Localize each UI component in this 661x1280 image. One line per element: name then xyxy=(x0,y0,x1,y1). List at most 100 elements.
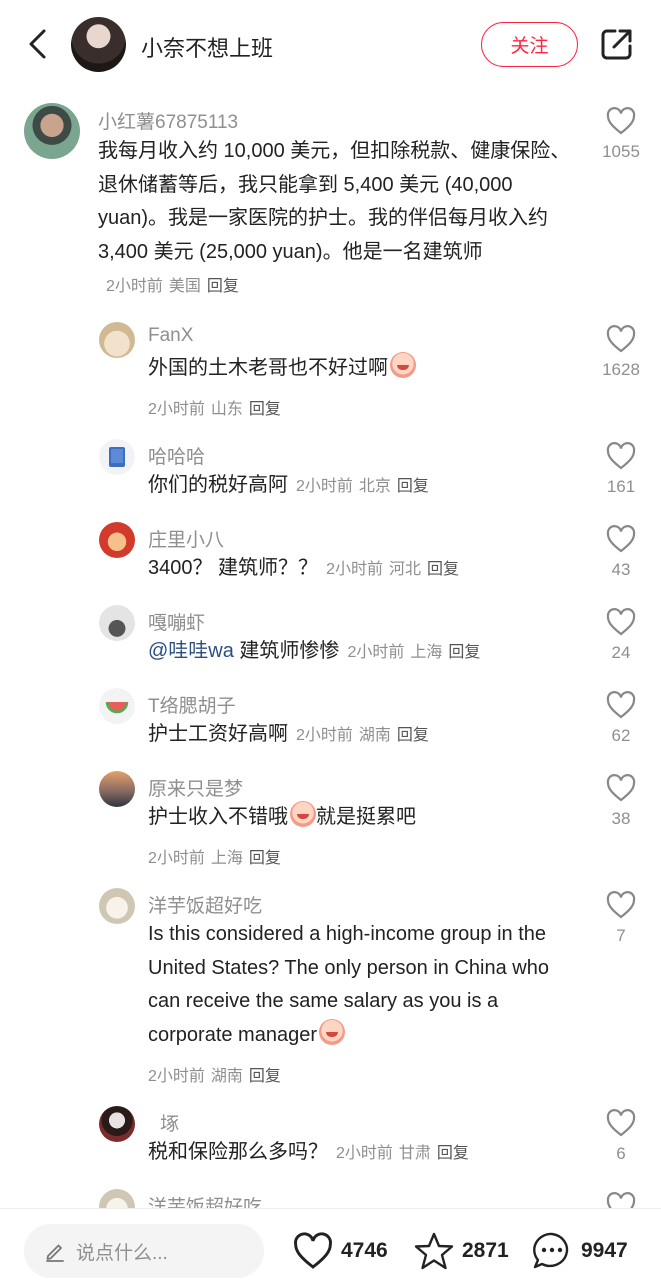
like-heart-icon[interactable] xyxy=(606,1109,636,1137)
author-name[interactable]: 小奈不想上班 xyxy=(141,31,273,63)
share-icon[interactable] xyxy=(599,26,635,62)
like-heart-icon[interactable] xyxy=(606,1192,636,1208)
comment-text[interactable]: 护士工资好高啊 2小时前 湖南 回复 xyxy=(148,718,588,753)
book-icon xyxy=(109,447,125,467)
like-heart-icon[interactable] xyxy=(606,325,636,353)
like-heart-icon[interactable] xyxy=(606,442,636,470)
comment-text[interactable]: @哇哇wa 建筑师惨惨 2小时前 上海 回复 xyxy=(148,635,588,670)
commenter-name[interactable]: 嘎嘣虾 xyxy=(148,608,205,635)
author-avatar[interactable] xyxy=(71,17,126,72)
comment-body: 你们的税好高阿 xyxy=(148,474,288,496)
like-heart-icon[interactable] xyxy=(606,525,636,553)
comment-button[interactable]: 9947 xyxy=(531,1229,628,1273)
comment-meta: 2小时前 上海 回复 xyxy=(347,644,486,661)
commenter-avatar[interactable] xyxy=(99,605,135,641)
crying-emoji-icon xyxy=(318,1018,345,1045)
commenter-name[interactable]: 原来只是梦 xyxy=(148,774,243,801)
commenter-avatar[interactable] xyxy=(99,322,135,358)
like-button[interactable]: 4746 xyxy=(293,1229,388,1273)
follow-button[interactable]: 关注 xyxy=(481,22,578,67)
comment-meta: 2小时前 美国 回复 xyxy=(106,278,245,295)
like-total: 4746 xyxy=(341,1239,388,1262)
watermelon-icon xyxy=(105,701,129,714)
comment-text[interactable]: 你们的税好高阿 2小时前 北京 回复 xyxy=(148,469,588,504)
comment-list[interactable]: 小红薯67875113 我每月收入约 10,000 美元，但扣除税款、健康保险、… xyxy=(0,90,661,1208)
heart-icon xyxy=(294,1232,332,1269)
commenter-avatar[interactable] xyxy=(99,522,135,558)
reply-button[interactable]: 回复 xyxy=(249,401,281,418)
comment-text[interactable]: 3400？ 建筑师？？ 2小时前 河北 回复 xyxy=(148,552,588,587)
commenter-name[interactable]: 哈哈哈 xyxy=(148,442,205,469)
like-heart-icon[interactable] xyxy=(606,691,636,719)
like-count: 1055 xyxy=(602,142,640,161)
commenter-avatar[interactable] xyxy=(99,688,135,724)
commenter-name[interactable]: 㙇 xyxy=(160,1109,179,1136)
comment-text[interactable]: 税和保险那么多吗？ 2小时前 甘肃 回复 xyxy=(148,1136,588,1171)
like-heart-icon[interactable] xyxy=(606,891,636,919)
comment-text[interactable]: 我每月收入约 10,000 美元，但扣除税款、健康保险、退休储蓄等后，我只能拿到… xyxy=(98,135,576,304)
collect-button[interactable]: 2871 xyxy=(414,1229,509,1273)
comment-meta: 2小时前 湖南 回复 xyxy=(296,727,435,744)
comment-body: 建筑师惨惨 xyxy=(233,640,340,662)
reply-button[interactable]: 回复 xyxy=(397,727,429,744)
comment-location: 山东 xyxy=(210,401,243,418)
comment-text[interactable]: Is this considered a high-income group i… xyxy=(148,918,573,1052)
commenter-avatar[interactable] xyxy=(99,771,135,807)
comment-meta: 2小时前 北京 回复 xyxy=(296,478,435,495)
comment-meta: 2小时前 河北 回复 xyxy=(326,561,465,578)
commenter-avatar[interactable] xyxy=(99,1189,135,1208)
commenter-name[interactable]: T络腮胡子 xyxy=(148,691,236,718)
comment-total: 9947 xyxy=(581,1239,628,1262)
like-count: 62 xyxy=(611,726,631,745)
like-count: 1628 xyxy=(602,360,640,379)
comment-time: 2小时前 xyxy=(296,478,353,495)
reply-button[interactable]: 回复 xyxy=(427,561,459,578)
reply-button[interactable]: 回复 xyxy=(207,278,239,295)
chat-bubble-icon xyxy=(533,1232,569,1269)
like-heart-icon[interactable] xyxy=(606,107,636,135)
comment-location: 湖南 xyxy=(210,1068,243,1085)
commenter-avatar[interactable] xyxy=(99,439,135,475)
comment-input-placeholder: 说点什么... xyxy=(76,1242,168,1264)
reply-button[interactable]: 回复 xyxy=(249,850,281,867)
like-count: 43 xyxy=(611,560,631,579)
comment-body: 3400？ 建筑师？？ xyxy=(148,557,319,579)
comment-input[interactable]: 说点什么... xyxy=(24,1224,264,1278)
like-count: 6 xyxy=(616,1144,626,1163)
commenter-avatar[interactable] xyxy=(24,103,80,159)
comment-location: 上海 xyxy=(410,644,443,661)
reply-button[interactable]: 回复 xyxy=(397,478,429,495)
like-count: 24 xyxy=(611,643,631,662)
like-count: 38 xyxy=(611,809,631,828)
reply-button[interactable]: 回复 xyxy=(249,1068,281,1085)
commenter-name[interactable]: 洋芋饭超好吃 xyxy=(148,1192,262,1208)
commenter-avatar[interactable] xyxy=(99,888,135,924)
reply-button[interactable]: 回复 xyxy=(437,1145,469,1162)
comment-body: 我每月收入约 10,000 美元，但扣除税款、健康保险、退休储蓄等后，我只能拿到… xyxy=(98,140,571,263)
commenter-name[interactable]: 小红薯67875113 xyxy=(98,107,238,134)
comment-body-continued: 就是挺累吧 xyxy=(316,806,416,828)
commenter-name[interactable]: 庄里小八 xyxy=(148,525,224,552)
crying-emoji-icon xyxy=(390,352,416,378)
commenter-name[interactable]: 洋芋饭超好吃 xyxy=(148,891,262,918)
like-count: 7 xyxy=(616,926,626,945)
comment-location: 美国 xyxy=(168,278,201,295)
comment-meta: 2小时前 甘肃 回复 xyxy=(336,1145,475,1162)
bottom-action-bar: 说点什么... 4746 2871 9947 xyxy=(0,1208,661,1280)
reply-button[interactable]: 回复 xyxy=(448,644,480,661)
commenter-avatar[interactable] xyxy=(99,1106,135,1142)
user-mention-link[interactable]: @哇哇wa xyxy=(148,640,234,662)
like-count: 161 xyxy=(606,477,636,496)
back-arrow-icon[interactable] xyxy=(22,26,56,62)
like-heart-icon[interactable] xyxy=(606,608,636,636)
like-heart-icon[interactable] xyxy=(606,774,636,802)
star-icon xyxy=(414,1232,454,1270)
comment-text[interactable]: 护士收入不错哦 就是挺累吧 xyxy=(148,801,588,835)
comment-meta: 2小时前 上海 回复 xyxy=(148,844,287,868)
comment-location: 上海 xyxy=(210,850,243,867)
commenter-name[interactable]: FanX xyxy=(148,325,193,347)
comment-time: 2小时前 xyxy=(148,1068,205,1085)
comment-location: 甘肃 xyxy=(398,1145,431,1162)
comment-time: 2小时前 xyxy=(148,850,205,867)
comment-text[interactable]: 外国的土木老哥也不好过啊 xyxy=(148,352,588,386)
